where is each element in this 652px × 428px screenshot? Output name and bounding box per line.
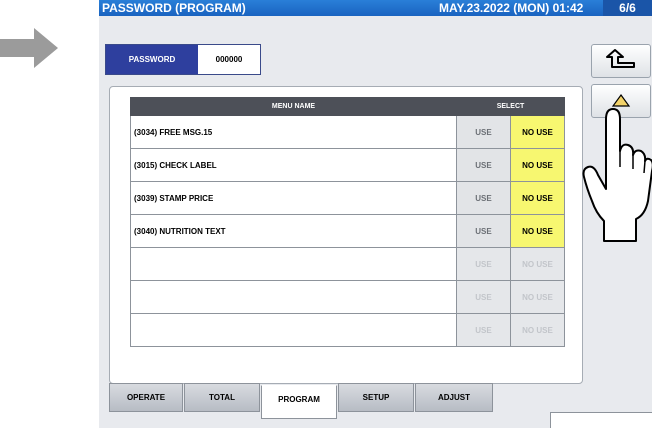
corner-panel <box>550 412 652 428</box>
use-button[interactable]: USE <box>456 214 511 248</box>
menu-name-cell: (3034) FREE MSG.15 <box>130 115 457 149</box>
no-use-button: NO USE <box>510 247 565 281</box>
menu-name-cell <box>130 247 457 281</box>
no-use-button[interactable]: NO USE <box>510 181 565 215</box>
back-button[interactable] <box>591 44 651 78</box>
use-button[interactable]: USE <box>456 148 511 182</box>
title-bar: PASSWORD (PROGRAM) MAY.23.2022 (MON) 01:… <box>99 0 652 16</box>
table-row: USE NO USE <box>130 313 565 347</box>
table-row: USE NO USE <box>130 247 565 281</box>
use-button: USE <box>456 313 511 347</box>
page-indicator: 6/6 <box>603 0 652 16</box>
table-row: (3034) FREE MSG.15 USE NO USE <box>130 115 565 149</box>
menu-panel: MENU NAME SELECT (3034) FREE MSG.15 USE NO… <box>109 86 583 384</box>
page-title: PASSWORD (PROGRAM) <box>102 1 246 15</box>
table-row: USE NO USE <box>130 280 565 314</box>
password-label: PASSWORD <box>106 45 198 74</box>
no-use-button[interactable]: NO USE <box>510 115 565 149</box>
no-use-button[interactable]: NO USE <box>510 148 565 182</box>
menu-name-cell <box>130 280 457 314</box>
return-arrow-icon <box>606 49 635 68</box>
no-use-button[interactable]: NO USE <box>510 214 565 248</box>
tab-adjust[interactable]: ADJUST <box>415 383 493 412</box>
use-button[interactable]: USE <box>456 115 511 149</box>
screen: PASSWORD (PROGRAM) MAY.23.2022 (MON) 01:… <box>99 0 652 428</box>
menu-table: MENU NAME SELECT (3034) FREE MSG.15 USE NO… <box>130 97 565 347</box>
menu-name-cell: (3015) CHECK LABEL <box>130 148 457 182</box>
password-field[interactable]: PASSWORD 000000 <box>105 44 261 75</box>
datetime-display: MAY.23.2022 (MON) 01:42 <box>439 1 584 15</box>
menu-name-cell <box>130 313 457 347</box>
use-button: USE <box>456 280 511 314</box>
password-value: 000000 <box>215 55 243 64</box>
use-button[interactable]: USE <box>456 181 511 215</box>
table-row: (3040) NUTRITION TEXT USE NO USE <box>130 214 565 248</box>
tab-setup[interactable]: SETUP <box>338 383 414 412</box>
no-use-button: NO USE <box>510 313 565 347</box>
column-select: SELECT <box>456 97 565 116</box>
pointer-arrow-icon <box>0 28 58 68</box>
table-row: (3039) STAMP PRICE USE NO USE <box>130 181 565 215</box>
menu-name-cell: (3040) NUTRITION TEXT <box>130 214 457 248</box>
pointing-hand-icon <box>582 108 652 242</box>
column-menu-name: MENU NAME <box>130 97 457 116</box>
tab-operate[interactable]: OPERATE <box>109 383 183 412</box>
tab-total[interactable]: TOTAL <box>184 383 260 412</box>
no-use-button: NO USE <box>510 280 565 314</box>
use-button: USE <box>456 247 511 281</box>
tab-program[interactable]: PROGRAM <box>261 385 337 419</box>
menu-name-cell: (3039) STAMP PRICE <box>130 181 457 215</box>
table-row: (3015) CHECK LABEL USE NO USE <box>130 148 565 182</box>
